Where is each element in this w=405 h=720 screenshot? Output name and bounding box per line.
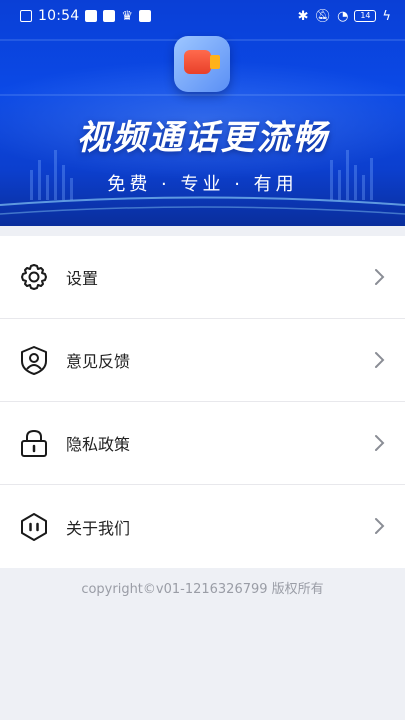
mute-icon: 🔕︎ [314,8,332,24]
notification-icon [103,10,116,22]
feedback-icon [18,344,50,376]
chevron-right-icon [375,435,385,451]
chevron-right-icon [375,352,385,368]
header-banner: 10:54 ♛ ✱ 🔕︎ ◔ 14 ϟ 视频通话更流畅 免费 · 专业 · 有用 [0,0,405,226]
menu-item-feedback[interactable]: 意见反馈 [0,319,405,402]
menu-item-label: 关于我们 [66,518,131,538]
chevron-right-icon [375,518,385,534]
video-camera-icon [174,36,230,92]
banner-title: 视频通话更流畅 [76,118,329,158]
bluetooth-icon: ✱ [297,8,309,24]
gear-icon [18,261,50,293]
status-bar: 10:54 ♛ ✱ 🔕︎ ◔ 14 ϟ [0,0,405,32]
settings-menu: 设置 意见反馈 隐私政策 关于我们 [0,236,405,568]
menu-item-privacy[interactable]: 隐私政策 [0,402,405,485]
charging-icon: ϟ [382,8,391,24]
about-icon [18,511,50,543]
menu-item-label: 设置 [66,269,99,288]
menu-item-about[interactable]: 关于我们 [0,485,405,568]
status-time: 10:54 [38,8,80,24]
mail-icon [139,10,152,22]
menu-item-label: 隐私政策 [66,435,131,454]
copyright-text: copyright©v01-1216326799 版权所有 [81,582,324,597]
wifi-icon: ◔ [337,8,349,24]
menu-item-settings[interactable]: 设置 [0,236,405,319]
lock-icon [18,427,50,459]
menu-item-label: 意见反馈 [66,352,131,371]
banner-subtitle: 免费 · 专业 · 有用 [107,174,298,195]
crown-icon: ♛ [121,8,134,24]
notification-icon [85,10,98,22]
battery-indicator: 14 [354,10,377,22]
chevron-right-icon [375,269,385,285]
sim-icon [20,10,32,22]
